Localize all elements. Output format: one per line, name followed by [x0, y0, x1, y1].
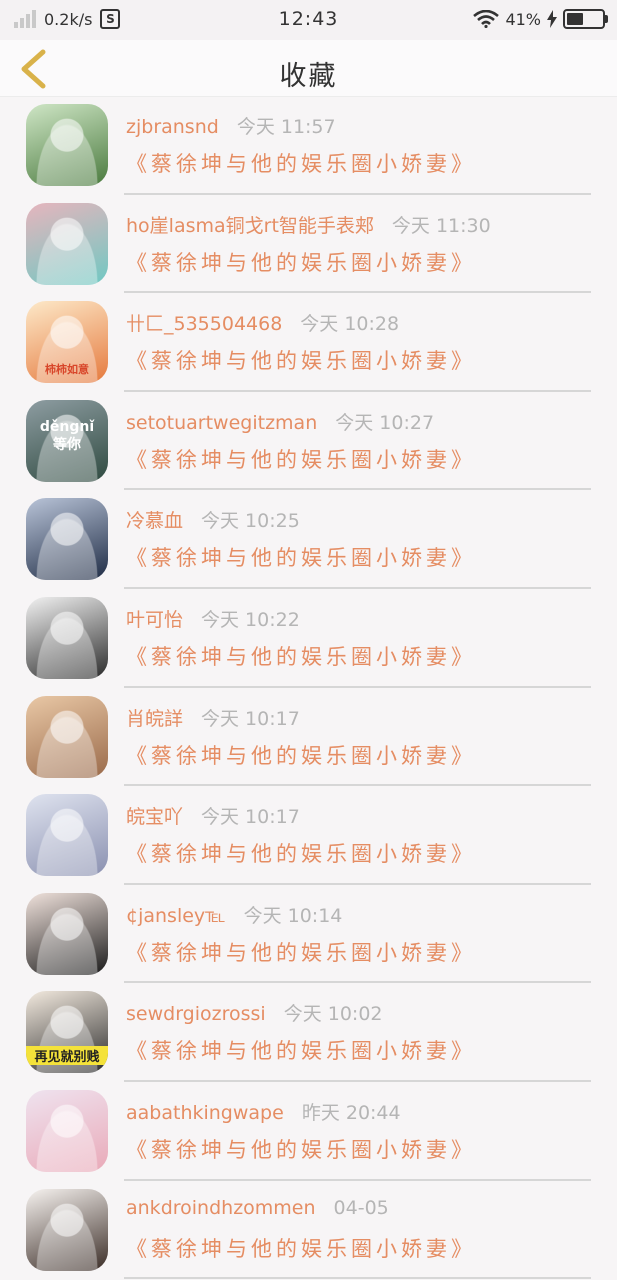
- timestamp: 今天 10:14: [243, 904, 343, 927]
- item-meta: 叶可怡 今天 10:22: [126, 605, 300, 632]
- user-name[interactable]: zjbransnd: [126, 116, 219, 138]
- avatar[interactable]: [26, 1188, 108, 1271]
- book-title-link[interactable]: 《蔡徐坤与他的娱乐圈小娇妻》: [126, 838, 476, 868]
- avatar-caption: děngnǐ 等你: [39, 418, 95, 453]
- timestamp: 今天 10:28: [300, 313, 400, 336]
- avatar[interactable]: [26, 498, 108, 581]
- timestamp: 今天 11:57: [236, 116, 336, 138]
- user-name[interactable]: 肖皖詳: [126, 708, 183, 730]
- list-item[interactable]: 柿柿如意 卄匚_535504468 今天 10:28 《蔡徐坤与他的娱乐圈小娇妻》: [0, 293, 617, 392]
- navigation-header: 收藏: [0, 40, 617, 97]
- user-name[interactable]: aabathkingwape: [126, 1102, 284, 1124]
- item-meta: zjbransnd 今天 11:57: [126, 112, 336, 139]
- timestamp: 今天 10:17: [201, 707, 300, 730]
- user-name[interactable]: ho崖lasma铜戈rt智能手表郏: [126, 215, 374, 237]
- avatar-caption: 再见就别贱: [26, 1046, 108, 1066]
- user-name[interactable]: setotuartwegitzman: [126, 412, 317, 434]
- item-meta: setotuartwegitzman 今天 10:27: [126, 408, 434, 435]
- avatar[interactable]: [26, 892, 108, 975]
- user-name[interactable]: 冷慕血: [126, 510, 183, 532]
- user-name[interactable]: ¢jansley℡: [126, 905, 226, 927]
- item-meta: ankdroindhzommen 04-05: [126, 1197, 389, 1219]
- book-title-link[interactable]: 《蔡徐坤与他的娱乐圈小娇妻》: [126, 247, 476, 277]
- timestamp: 昨天 20:44: [301, 1101, 401, 1124]
- item-meta: 肖皖詳 今天 10:17: [126, 704, 300, 731]
- list-item[interactable]: 冷慕血 今天 10:25 《蔡徐坤与他的娱乐圈小娇妻》: [0, 490, 617, 589]
- timestamp: 今天 10:27: [335, 411, 435, 434]
- list-item[interactable]: 肖皖詳 今天 10:17 《蔡徐坤与他的娱乐圈小娇妻》: [0, 688, 617, 787]
- book-title-link[interactable]: 《蔡徐坤与他的娱乐圈小娇妻》: [126, 641, 476, 671]
- list-item[interactable]: 叶可怡 今天 10:22 《蔡徐坤与他的娱乐圈小娇妻》: [0, 589, 617, 688]
- page-title: 收藏: [279, 61, 338, 92]
- book-title-link[interactable]: 《蔡徐坤与他的娱乐圈小娇妻》: [126, 1233, 476, 1263]
- user-name[interactable]: 卄匚_535504468: [126, 313, 282, 335]
- avatar[interactable]: 再见就别贱: [26, 991, 108, 1074]
- timestamp: 今天 10:25: [201, 510, 300, 533]
- book-title-link[interactable]: 《蔡徐坤与他的娱乐圈小娇妻》: [126, 1035, 476, 1065]
- item-meta: 冷慕血 今天 10:25: [126, 506, 300, 533]
- avatar[interactable]: [26, 1089, 108, 1172]
- status-right: 41%: [473, 9, 608, 29]
- book-title-link[interactable]: 《蔡徐坤与他的娱乐圈小娇妻》: [126, 444, 476, 474]
- list-item[interactable]: ¢jansley℡ 今天 10:14 《蔡徐坤与他的娱乐圈小娇妻》: [0, 885, 617, 984]
- status-bar: 0.2k/s S 12:43 41%: [0, 0, 617, 40]
- item-meta: 卄匚_535504468 今天 10:28: [126, 309, 399, 336]
- book-title-link[interactable]: 《蔡徐坤与他的娱乐圈小娇妻》: [126, 937, 476, 967]
- item-meta: sewdrgiozrossi 今天 10:02: [126, 999, 383, 1026]
- avatar[interactable]: [26, 104, 108, 186]
- battery-percent: 41%: [505, 9, 541, 29]
- book-title-link[interactable]: 《蔡徐坤与他的娱乐圈小娇妻》: [126, 542, 476, 572]
- avatar[interactable]: děngnǐ 等你: [26, 399, 108, 482]
- avatar[interactable]: [26, 202, 108, 285]
- item-meta: ¢jansley℡ 今天 10:14: [126, 901, 342, 928]
- item-meta: aabathkingwape 昨天 20:44: [126, 1098, 401, 1125]
- book-title-link[interactable]: 《蔡徐坤与他的娱乐圈小娇妻》: [126, 1134, 476, 1164]
- timestamp: 今天 10:22: [201, 608, 300, 631]
- battery-icon: [563, 9, 608, 29]
- avatar[interactable]: 柿柿如意: [26, 301, 108, 384]
- avatar[interactable]: [26, 695, 108, 778]
- avatar[interactable]: [26, 596, 108, 679]
- timestamp: 今天 10:17: [201, 806, 300, 829]
- book-title-link[interactable]: 《蔡徐坤与他的娱乐圈小娇妻》: [126, 740, 476, 770]
- list-item[interactable]: děngnǐ 等你 setotuartwegitzman 今天 10:27 《蔡徐坤与…: [0, 392, 617, 491]
- list-item[interactable]: ankdroindhzommen 04-05 《蔡徐坤与他的娱乐圈小娇妻》: [0, 1181, 617, 1280]
- timestamp: 04-05: [333, 1196, 389, 1219]
- book-title-link[interactable]: 《蔡徐坤与他的娱乐圈小娇妻》: [126, 345, 476, 375]
- list-item[interactable]: 再见就别贱 sewdrgiozrossi 今天 10:02 《蔡徐坤与他的娱乐圈小娇妻…: [0, 983, 617, 1082]
- list-item[interactable]: aabathkingwape 昨天 20:44 《蔡徐坤与他的娱乐圈小娇妻》: [0, 1082, 617, 1181]
- timestamp: 今天 11:30: [391, 214, 491, 237]
- user-name[interactable]: sewdrgiozrossi: [126, 1003, 266, 1025]
- user-name[interactable]: 皖宝吖: [126, 806, 183, 828]
- item-meta: 皖宝吖 今天 10:17: [126, 802, 300, 829]
- list-item[interactable]: 皖宝吖 今天 10:17 《蔡徐坤与他的娱乐圈小娇妻》: [0, 786, 617, 885]
- favorites-list: zjbransnd 今天 11:57 《蔡徐坤与他的娱乐圈小娇妻》 ho崖lasma铜…: [0, 96, 617, 1280]
- avatar-caption: 柿柿如意: [45, 363, 89, 377]
- wifi-icon: [473, 10, 500, 28]
- divider: [124, 1277, 591, 1280]
- charging-icon: [547, 10, 557, 28]
- avatar[interactable]: [26, 794, 108, 877]
- list-item[interactable]: ho崖lasma铜戈rt智能手表郏 今天 11:30 《蔡徐坤与他的娱乐圈小娇妻》: [0, 195, 617, 294]
- user-name[interactable]: 叶可怡: [126, 609, 183, 631]
- timestamp: 今天 10:02: [283, 1003, 383, 1026]
- item-meta: ho崖lasma铜戈rt智能手表郏 今天 11:30: [126, 211, 491, 238]
- book-title-link[interactable]: 《蔡徐坤与他的娱乐圈小娇妻》: [126, 148, 476, 178]
- user-name[interactable]: ankdroindhzommen: [126, 1197, 316, 1219]
- list-item[interactable]: zjbransnd 今天 11:57 《蔡徐坤与他的娱乐圈小娇妻》: [0, 96, 617, 195]
